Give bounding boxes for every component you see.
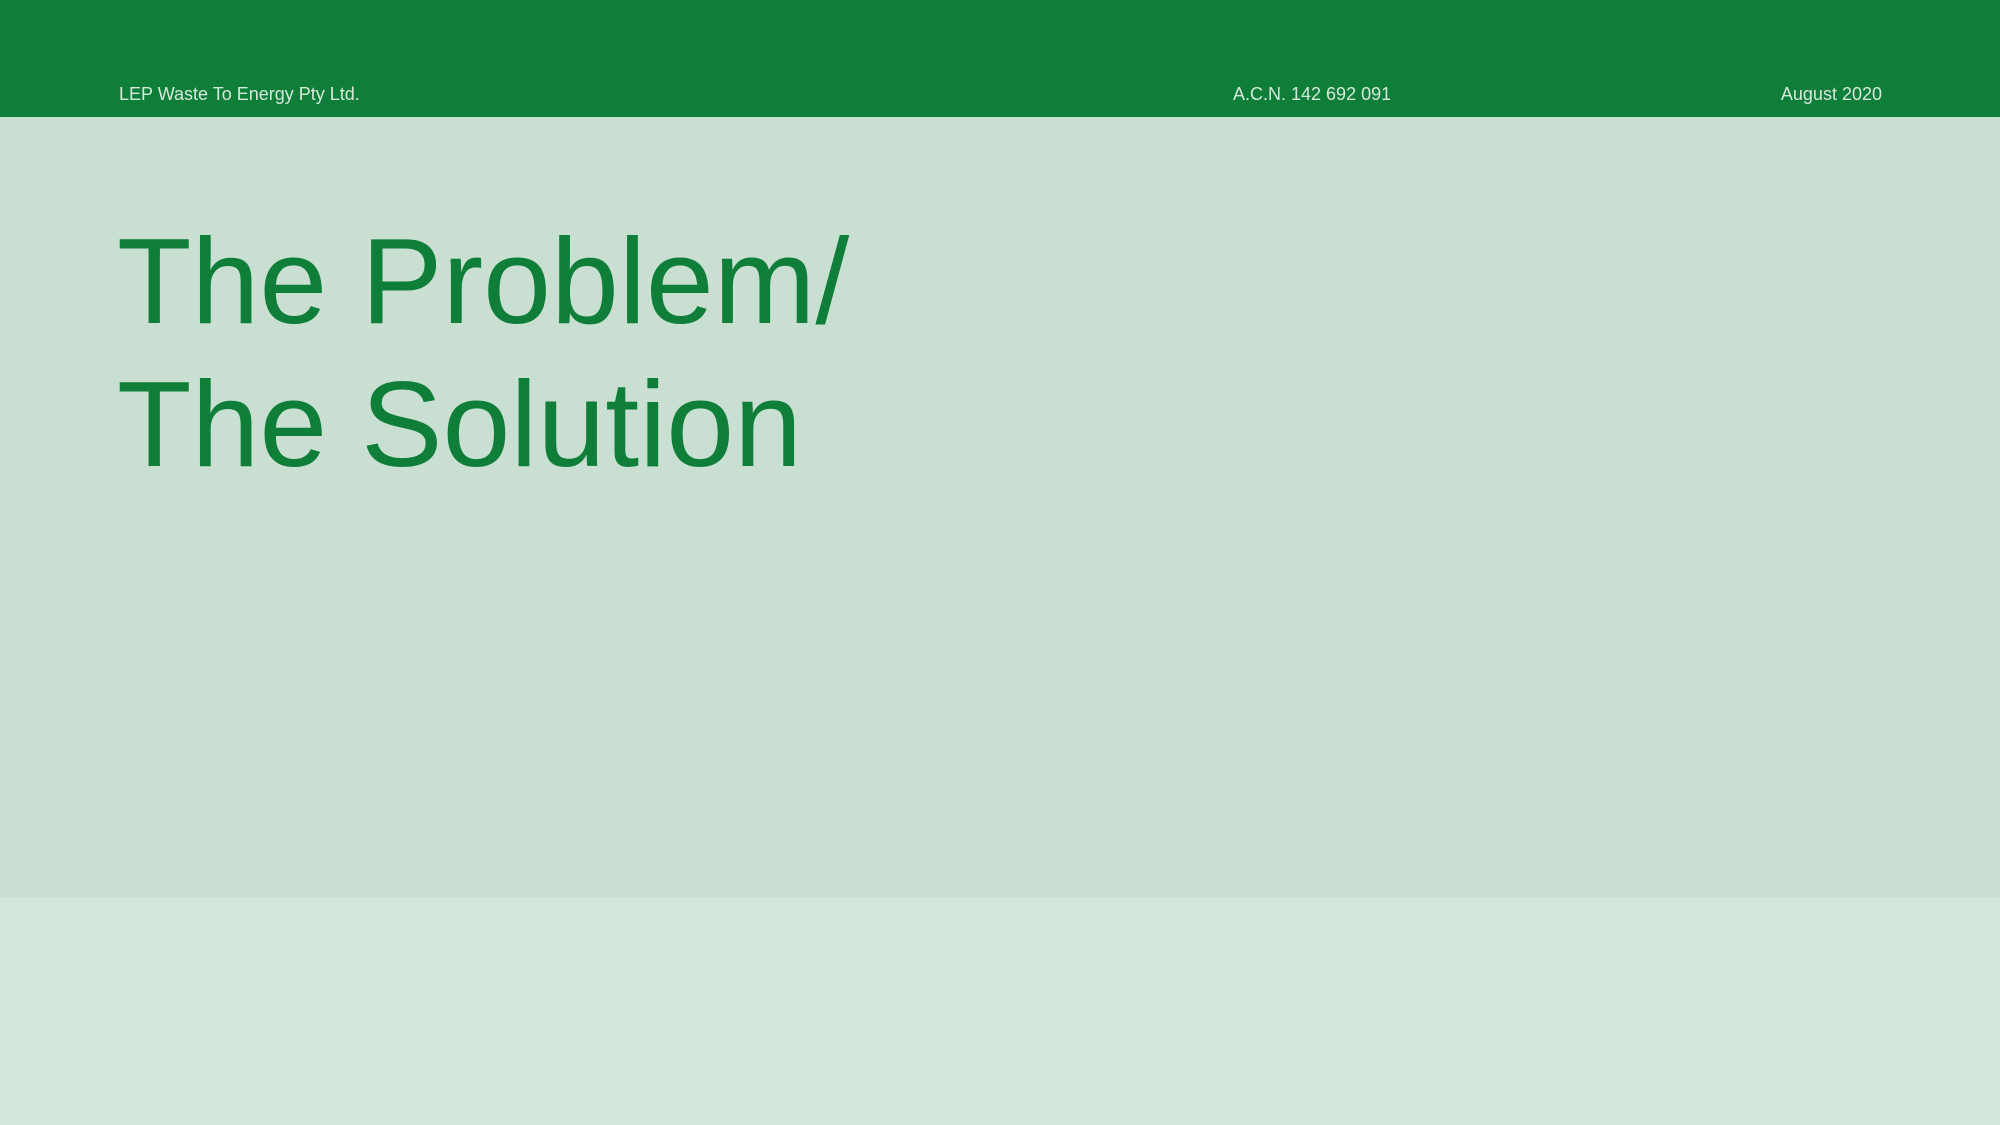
footer-panel bbox=[0, 897, 2000, 1125]
slide-title-line-1: The Problem/ bbox=[117, 213, 850, 349]
header-bar: LEP Waste To Energy Pty Ltd. A.C.N. 142 … bbox=[0, 0, 2000, 117]
document-date: August 2020 bbox=[1780, 84, 1882, 104]
slide-title: The Problem/ The Solution bbox=[117, 210, 849, 496]
slide-title-line-2: The Solution bbox=[117, 356, 802, 492]
company-acn: A.C.N. 142 692 091 bbox=[1233, 84, 1392, 104]
company-name: LEP Waste To Energy Pty Ltd. bbox=[119, 84, 360, 104]
